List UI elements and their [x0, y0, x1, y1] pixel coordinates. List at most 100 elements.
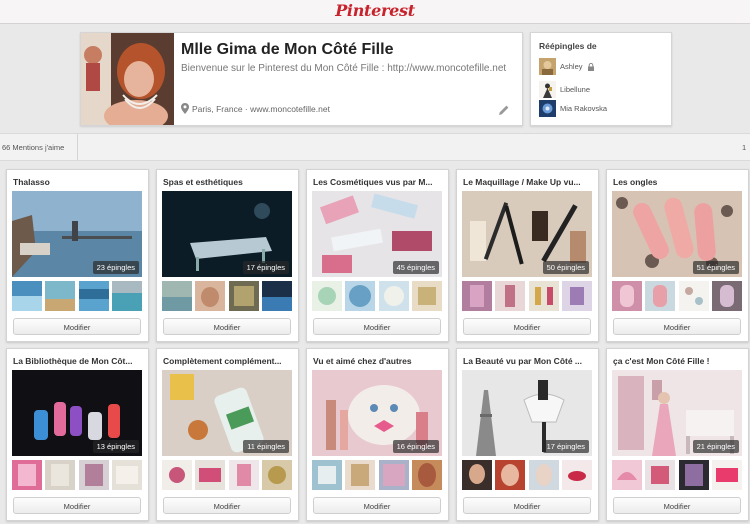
- board-title[interactable]: La Beauté vu par Mon Côté ...: [463, 356, 593, 366]
- board-thumbnails: [12, 460, 142, 490]
- thumbnail: [561, 460, 592, 490]
- board-card[interactable]: La Beauté vu par Mon Côté ... 17 épingle…: [456, 348, 599, 521]
- board-title[interactable]: Complètement complément...: [163, 356, 293, 366]
- board-cover[interactable]: 21 épingles: [612, 370, 742, 456]
- thumbnail: [45, 281, 76, 311]
- thumbnail: [378, 460, 409, 490]
- board-cover[interactable]: 13 épingles: [12, 370, 142, 456]
- board-cover[interactable]: 16 épingles: [312, 370, 442, 456]
- profile-description: Bienvenue sur le Pinterest du Mon Côté F…: [181, 63, 507, 74]
- board-card[interactable]: Spas et esthétiques 17 épingles Modifier: [156, 169, 299, 342]
- likes-count-link[interactable]: 66 Mentions j'aime: [2, 143, 64, 152]
- edit-board-button[interactable]: Modifier: [313, 318, 441, 335]
- edit-board-button[interactable]: Modifier: [13, 318, 141, 335]
- stats-divider: [77, 134, 78, 160]
- board-title[interactable]: Les ongles: [613, 177, 743, 187]
- thumbnail: [612, 460, 642, 490]
- thumbnail: [12, 460, 42, 490]
- stats-right-fragment[interactable]: 1: [742, 143, 746, 152]
- repin-user[interactable]: Ashley: [539, 58, 595, 75]
- edit-board-button[interactable]: Modifier: [613, 497, 741, 514]
- thumbnail: [711, 281, 742, 311]
- board-cover[interactable]: 17 épingles: [462, 370, 592, 456]
- thumbnail: [462, 460, 492, 490]
- thumbnail: [261, 281, 292, 311]
- edit-board-button[interactable]: Modifier: [313, 497, 441, 514]
- thumbnail: [162, 460, 192, 490]
- thumbnail: [495, 281, 526, 311]
- user-avatar: [539, 100, 556, 117]
- pinterest-logo[interactable]: Pinterest: [0, 1, 750, 20]
- thumbnail: [228, 460, 259, 490]
- board-card[interactable]: Vu et aimé chez d'autres 16 épingles Mod…: [306, 348, 449, 521]
- thumbnail: [411, 460, 442, 490]
- edit-board-button[interactable]: Modifier: [163, 497, 291, 514]
- board-cover[interactable]: 51 épingles: [612, 191, 742, 277]
- board-title[interactable]: La Bibliothèque de Mon Côt...: [13, 356, 143, 366]
- board-card[interactable]: Complètement complément... 11 épingles M…: [156, 348, 299, 521]
- thumbnail: [78, 281, 109, 311]
- board-pin-count: 23 épingles: [92, 261, 139, 274]
- board-pin-count: 17 épingles: [242, 261, 289, 274]
- board-card[interactable]: Les Cosmétiques vus par M... 45 épingles…: [306, 169, 449, 342]
- board-cover[interactable]: 17 épingles: [162, 191, 292, 277]
- profile-stats-bar: 66 Mentions j'aime 1: [0, 133, 750, 161]
- pencil-icon[interactable]: [498, 104, 510, 116]
- board-title[interactable]: Vu et aimé chez d'autres: [313, 356, 443, 366]
- board-card[interactable]: ça c'est Mon Côté Fille ! 21 épingles Mo…: [606, 348, 749, 521]
- thumbnail: [195, 460, 226, 490]
- thumbnail: [645, 460, 676, 490]
- board-thumbnails: [312, 460, 442, 490]
- profile-location-text: Paris, France · www.moncotefille.net: [192, 103, 330, 114]
- profile-name: Mlle Gima de Mon Côté Fille: [181, 41, 394, 58]
- board-card[interactable]: La Bibliothèque de Mon Côt... 13 épingle…: [6, 348, 149, 521]
- edit-board-button[interactable]: Modifier: [463, 318, 591, 335]
- thumbnail: [45, 460, 76, 490]
- board-card[interactable]: Le Maquillage / Make Up vu... 50 épingle…: [456, 169, 599, 342]
- board-thumbnails: [162, 281, 292, 311]
- board-pin-count: 21 épingles: [692, 440, 739, 453]
- board-pin-count: 51 épingles: [692, 261, 739, 274]
- board-cover[interactable]: 11 épingles: [162, 370, 292, 456]
- edit-board-button[interactable]: Modifier: [463, 497, 591, 514]
- thumbnail: [678, 281, 709, 311]
- thumbnail: [495, 460, 526, 490]
- thumbnail: [312, 460, 342, 490]
- thumbnail: [645, 281, 676, 311]
- board-title[interactable]: ça c'est Mon Côté Fille !: [613, 356, 743, 366]
- top-bar: Pinterest: [0, 0, 750, 24]
- thumbnail: [78, 460, 109, 490]
- board-thumbnails: [462, 281, 592, 311]
- repin-user[interactable]: Mia Rakovska: [539, 100, 607, 117]
- board-pin-count: 17 épingles: [542, 440, 589, 453]
- board-thumbnails: [612, 281, 742, 311]
- thumbnail: [312, 281, 342, 311]
- board-thumbnails: [312, 281, 442, 311]
- thumbnail: [195, 281, 226, 311]
- repin-user[interactable]: Libellune: [539, 81, 590, 98]
- lock-icon: [587, 62, 594, 71]
- user-avatar: [539, 81, 556, 98]
- board-pin-count: 45 épingles: [392, 261, 439, 274]
- thumbnail: [162, 281, 192, 311]
- board-title[interactable]: Le Maquillage / Make Up vu...: [463, 177, 593, 187]
- edit-board-button[interactable]: Modifier: [13, 497, 141, 514]
- edit-board-button[interactable]: Modifier: [613, 318, 741, 335]
- board-thumbnails: [12, 281, 142, 311]
- board-card[interactable]: Thalasso 23 épingles Modifier: [6, 169, 149, 342]
- board-title[interactable]: Thalasso: [13, 177, 143, 187]
- board-pin-count: 50 épingles: [542, 261, 589, 274]
- repin-user-name: Mia Rakovska: [560, 104, 608, 113]
- board-card[interactable]: Les ongles 51 épingles Modifier: [606, 169, 749, 342]
- board-cover[interactable]: 45 épingles: [312, 191, 442, 277]
- profile-card: Mlle Gima de Mon Côté Fille Bienvenue su…: [80, 32, 523, 126]
- board-title[interactable]: Les Cosmétiques vus par M...: [313, 177, 443, 187]
- edit-board-button[interactable]: Modifier: [163, 318, 291, 335]
- profile-location: Paris, France · www.moncotefille.net: [181, 103, 330, 114]
- repinned-from-panel: Réépingles de Ashley Libellune Mia Rakov…: [530, 32, 672, 126]
- repin-user-name: Libellune: [560, 85, 591, 94]
- user-avatar: [539, 58, 556, 75]
- board-cover[interactable]: 50 épingles: [462, 191, 592, 277]
- board-cover[interactable]: 23 épingles: [12, 191, 142, 277]
- board-title[interactable]: Spas et esthétiques: [163, 177, 293, 187]
